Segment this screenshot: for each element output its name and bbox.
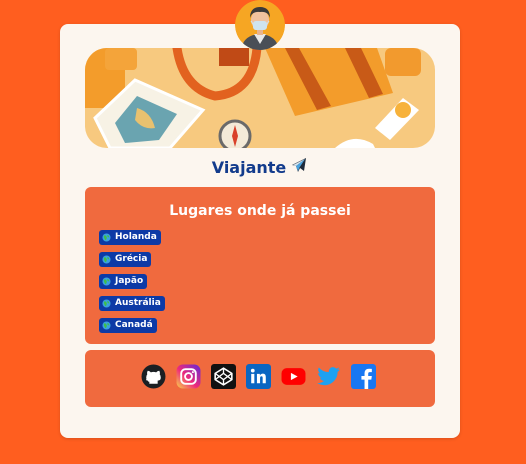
- travel-banner-image: [85, 48, 435, 148]
- place-label: Austrália: [115, 298, 161, 308]
- place-label: Holanda: [115, 232, 157, 242]
- place-label: Canadá: [115, 320, 153, 330]
- youtube-icon[interactable]: [281, 364, 306, 389]
- github-icon[interactable]: [141, 364, 166, 389]
- profile-name-text: Viajante: [211, 158, 287, 177]
- twitter-icon[interactable]: [316, 364, 341, 389]
- place-badge-australia: Austrália: [99, 296, 165, 311]
- avatar: [235, 0, 285, 50]
- place-badge-canada: Canadá: [99, 318, 157, 333]
- place-badge-grecia: Grécia: [99, 252, 152, 267]
- place-label: Grécia: [115, 254, 148, 264]
- globe-icon: [102, 233, 111, 242]
- globe-icon: [102, 255, 111, 264]
- places-title: Lugares onde já passei: [169, 203, 351, 219]
- globe-icon: [102, 277, 111, 286]
- place-badge-holanda: Holanda: [99, 230, 161, 245]
- place-badge-japao: Japão: [99, 274, 148, 289]
- instagram-icon[interactable]: [176, 364, 201, 389]
- place-label: Japão: [115, 276, 144, 286]
- airplane-icon: [290, 156, 308, 181]
- globe-icon: [102, 321, 111, 330]
- linkedin-icon[interactable]: [246, 364, 271, 389]
- globe-icon: [102, 299, 111, 308]
- codepen-icon[interactable]: [211, 364, 236, 389]
- facebook-icon[interactable]: [351, 364, 376, 389]
- places-panel: Lugares onde já passei Holanda Grécia Ja…: [85, 187, 435, 344]
- social-links-panel: [85, 350, 435, 407]
- profile-name: Viajante: [85, 156, 435, 180]
